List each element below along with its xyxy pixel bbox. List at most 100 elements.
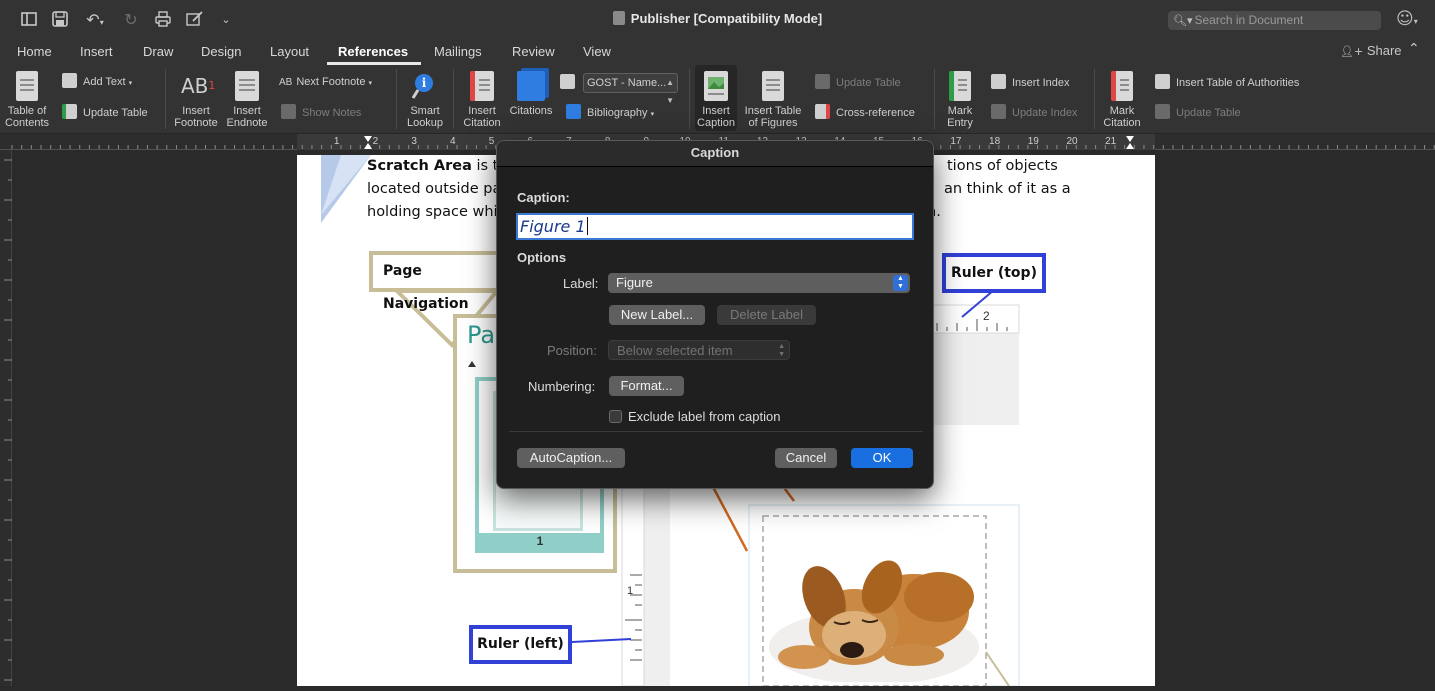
ribbon: Table of Contents Add Text ▾ Update Tabl… bbox=[0, 65, 1435, 134]
insert-citation-icon bbox=[470, 71, 494, 101]
tab-review[interactable]: Review bbox=[512, 44, 555, 59]
ruler-number: 2 bbox=[983, 309, 990, 323]
table-of-authorities-icon bbox=[1155, 74, 1170, 89]
add-text-icon bbox=[62, 73, 77, 88]
smart-lookup-icon: i bbox=[410, 71, 440, 101]
ribbon-divider bbox=[396, 69, 397, 129]
mark-citation-icon bbox=[1111, 71, 1133, 101]
callout-page-navigation: Page Navigation bbox=[369, 251, 503, 312]
label-select[interactable]: Figure ▲ ▼ bbox=[608, 273, 910, 293]
tab-draw[interactable]: Draw bbox=[143, 44, 173, 59]
autocaption-button[interactable]: AutoCaption... bbox=[517, 448, 625, 468]
update-table-button[interactable]: Update Table bbox=[62, 104, 148, 122]
ruler-number: 4 bbox=[450, 136, 456, 147]
next-footnote-icon: AB bbox=[279, 77, 293, 88]
bibliography-icon bbox=[566, 104, 581, 119]
new-label-button[interactable]: New Label... bbox=[609, 305, 705, 325]
numbering-field-label: Numbering: bbox=[528, 379, 596, 394]
next-footnote-button[interactable]: AB Next Footnote ▾ bbox=[279, 73, 372, 91]
ribbon-divider bbox=[165, 69, 166, 129]
mark-entry-icon bbox=[949, 71, 971, 101]
tab-insert[interactable]: Insert bbox=[80, 44, 113, 59]
tab-home[interactable]: Home bbox=[17, 44, 52, 59]
ribbon-divider bbox=[934, 69, 935, 129]
ruler-number: 1 bbox=[334, 136, 340, 147]
insert-index-icon bbox=[991, 74, 1006, 89]
delete-label-button[interactable]: Delete Label bbox=[717, 305, 816, 325]
update-table-authorities-button[interactable]: Update Table bbox=[1155, 104, 1241, 122]
smart-lookup-button[interactable]: i Smart Lookup bbox=[402, 65, 448, 129]
caption-dialog: Caption Caption: Figure 1 Options Label:… bbox=[496, 140, 934, 489]
ruler-number: 3 bbox=[411, 136, 417, 147]
table-of-figures-icon bbox=[762, 71, 784, 101]
tab-mailings[interactable]: Mailings bbox=[434, 44, 482, 59]
citation-style-select[interactable]: GOST - Name... ▲ ▼ bbox=[583, 73, 678, 105]
insert-index-button[interactable]: Insert Index bbox=[991, 74, 1069, 92]
search-icon: 🔍︎▾ bbox=[1173, 14, 1193, 27]
exclude-label-checkbox[interactable] bbox=[609, 410, 622, 423]
thumbnail-page-number[interactable]: 1 bbox=[479, 534, 601, 548]
ruler-number: 17 bbox=[950, 136, 962, 147]
ribbon-divider bbox=[453, 69, 454, 129]
insert-endnote-button[interactable]: Insert Endnote bbox=[224, 65, 270, 129]
bibliography-button[interactable]: Bibliography ▾ bbox=[566, 104, 654, 122]
insert-footnote-button[interactable]: AB1 Insert Footnote bbox=[170, 65, 222, 129]
ok-button[interactable]: OK bbox=[851, 448, 913, 468]
puppy-image[interactable] bbox=[764, 517, 984, 682]
insert-table-of-authorities-button[interactable]: Insert Table of Authorities bbox=[1155, 74, 1299, 92]
cancel-button[interactable]: Cancel bbox=[775, 448, 837, 468]
format-button[interactable]: Format... bbox=[609, 376, 684, 396]
dialog-divider bbox=[509, 431, 923, 432]
ruler-number: 5 bbox=[489, 136, 495, 147]
insert-table-of-figures-button[interactable]: Insert Table of Figures bbox=[741, 65, 805, 129]
table-of-contents-button[interactable]: Table of Contents bbox=[2, 65, 52, 129]
search-input[interactable]: 🔍︎▾ Search in Document bbox=[1168, 11, 1381, 30]
tab-view[interactable]: View bbox=[583, 44, 611, 59]
tab-references[interactable]: References bbox=[338, 44, 408, 59]
ribbon-divider bbox=[1094, 69, 1095, 129]
stepper-icon: ▲ ▼ bbox=[893, 275, 908, 291]
cross-reference-button[interactable]: Cross-reference bbox=[815, 104, 915, 122]
vertical-ruler-ticks bbox=[4, 159, 12, 681]
title-bar: ↶▾ ↻ ⌄ Publisher [Compatibility Mode] 🔍︎… bbox=[0, 0, 1435, 40]
share-button[interactable]: 👤︎+ Share bbox=[1340, 43, 1402, 58]
mark-citation-button[interactable]: Mark Citation bbox=[1099, 65, 1145, 129]
collapse-ribbon-icon[interactable]: ⌃ bbox=[1408, 41, 1420, 57]
callout-ruler-left: Ruler (left) bbox=[469, 625, 572, 664]
stepper-icon: ▲ ▼ bbox=[778, 343, 785, 358]
options-heading: Options bbox=[517, 250, 567, 265]
tab-design[interactable]: Design bbox=[201, 44, 241, 59]
show-notes-button[interactable]: Show Notes bbox=[281, 104, 361, 122]
cross-reference-icon bbox=[815, 104, 830, 119]
position-select[interactable]: Below selected item ▲ ▼ bbox=[608, 340, 790, 360]
stepper-icon: ▲ ▼ bbox=[666, 78, 674, 105]
tab-layout[interactable]: Layout bbox=[270, 44, 309, 59]
ribbon-tabs: Home Insert Draw Design Layout Reference… bbox=[0, 40, 1435, 65]
insert-caption-button[interactable]: Insert Caption bbox=[695, 65, 737, 131]
manage-sources-icon[interactable] bbox=[560, 74, 578, 92]
update-index-button[interactable]: Update Index bbox=[991, 104, 1077, 122]
show-notes-icon bbox=[281, 104, 296, 119]
ruler-number: 2 bbox=[373, 136, 379, 147]
smiley-icon[interactable]: ☺▾ bbox=[1396, 9, 1418, 29]
update-table-figures-button[interactable]: Update Table bbox=[815, 74, 901, 92]
insert-citation-button[interactable]: Insert Citation bbox=[458, 65, 506, 129]
ruler-number: 18 bbox=[989, 136, 1001, 147]
table-of-contents-icon bbox=[16, 71, 38, 101]
update-table-icon bbox=[1155, 104, 1170, 119]
ruler-number: 1 bbox=[627, 585, 634, 597]
update-table-icon bbox=[815, 74, 830, 89]
mark-entry-button[interactable]: Mark Entry bbox=[940, 65, 980, 129]
vertical-ruler[interactable] bbox=[0, 150, 12, 686]
thumbnail-title: Pa bbox=[467, 321, 496, 349]
update-index-icon bbox=[991, 104, 1006, 119]
caption-input[interactable]: Figure 1 bbox=[516, 213, 914, 240]
svg-text:i: i bbox=[422, 76, 427, 90]
ruler-number: 21 bbox=[1105, 136, 1117, 147]
insert-caption-icon bbox=[704, 71, 728, 101]
callout-ruler-top: Ruler (top) bbox=[942, 253, 1046, 293]
citations-button[interactable]: Citations bbox=[506, 65, 556, 117]
endnote-icon bbox=[235, 71, 259, 101]
add-text-button[interactable]: Add Text ▾ bbox=[62, 73, 132, 91]
add-person-icon: 👤︎+ bbox=[1340, 45, 1364, 58]
